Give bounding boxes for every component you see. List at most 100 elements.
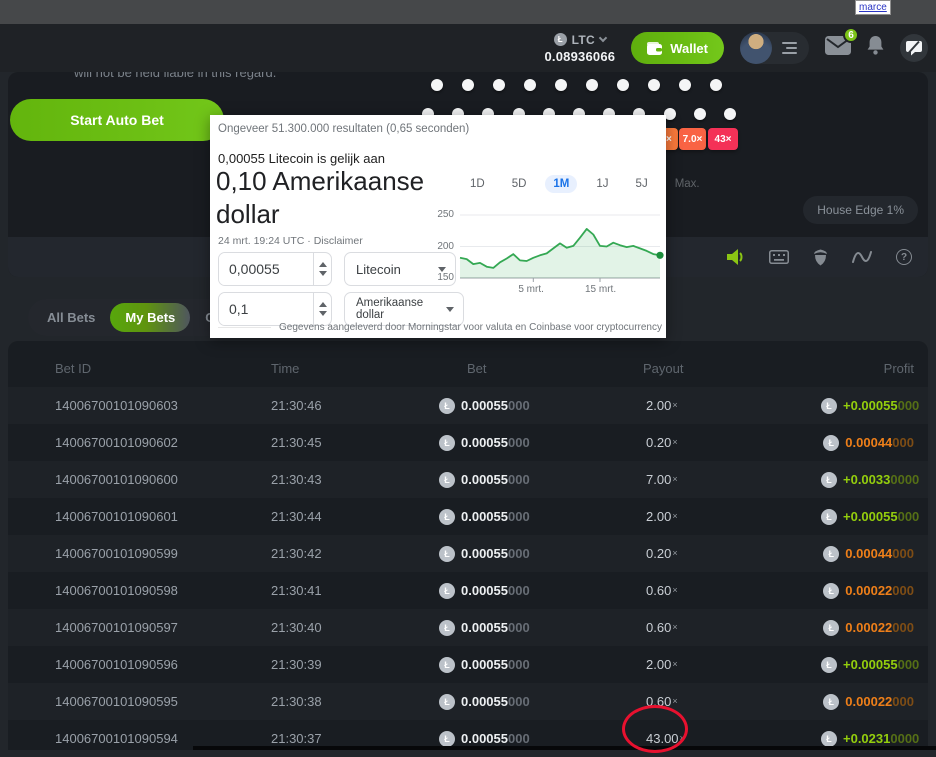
bet-amount: Ł0.00055000 [431, 583, 631, 599]
bet-id: 14006700101090602 [55, 435, 271, 450]
range-tab-5d[interactable]: 5D [504, 175, 535, 193]
start-auto-bet-button[interactable]: Start Auto Bet [10, 99, 224, 141]
range-tab-max[interactable]: Max. [667, 175, 708, 193]
ltc-coin-icon: Ł [439, 694, 455, 710]
table-row[interactable]: 1400670010109059921:30:42Ł0.000550000.20… [8, 535, 928, 572]
bet-profit: Ł+0.00055000 [821, 398, 919, 414]
table-row[interactable]: 1400670010109059621:30:39Ł0.000550002.00… [8, 646, 928, 683]
chart-y-tick: 150 [424, 272, 454, 283]
disclaimer-link[interactable]: Disclaimer [314, 235, 363, 247]
conversion-row-to: Amerikaanse dollar [218, 292, 464, 326]
bet-amount: Ł0.00055000 [431, 731, 631, 747]
bet-payout: 2.00× [631, 398, 821, 413]
chart-y-tick: 250 [424, 209, 454, 220]
conversion-timestamp: 24 mrt. 19:24 UTC · Disclaimer [218, 235, 363, 247]
help-button[interactable]: ? [896, 249, 912, 265]
bet-id: 14006700101090597 [55, 620, 271, 635]
plinko-peg [493, 79, 505, 91]
table-row[interactable]: 1400670010109060321:30:46Ł0.000550002.00… [8, 387, 928, 424]
from-currency-value: Litecoin [356, 262, 401, 277]
to-amount-input[interactable] [219, 293, 313, 325]
bottom-strip [193, 746, 936, 750]
range-tab-5j[interactable]: 5J [628, 175, 656, 193]
bet-payout: 0.20× [631, 546, 821, 561]
bet-id: 14006700101090598 [55, 583, 271, 598]
from-amount-input[interactable] [219, 253, 313, 285]
bet-time: 21:30:45 [271, 435, 431, 450]
bets-table-body: 1400670010109060321:30:46Ł0.000550002.00… [8, 387, 928, 757]
ltc-coin-icon: Ł [439, 583, 455, 599]
wallet-button[interactable]: Wallet [631, 32, 724, 64]
col-bet: Bet [431, 361, 631, 376]
wallet-label: Wallet [670, 41, 708, 56]
table-row[interactable]: 1400670010109059421:30:37Ł0.0005500043.0… [8, 720, 928, 757]
bet-id: 14006700101090596 [55, 657, 271, 672]
chevron-down-icon [599, 34, 607, 42]
notifications-button[interactable] [867, 36, 884, 60]
caret-down-icon [446, 307, 454, 312]
tab-all-bets[interactable]: All Bets [32, 303, 110, 332]
to-amount-stepper[interactable] [313, 293, 331, 325]
bell-icon [867, 36, 884, 55]
popup-footer: Gegevens aangeleverd door Morningstar vo… [218, 322, 662, 333]
bet-id: 14006700101090601 [55, 509, 271, 524]
bet-profit: Ł0.00022000 [821, 583, 914, 599]
live-stats-button[interactable] [852, 250, 872, 264]
table-row[interactable]: 1400670010109059821:30:41Ł0.000550000.60… [8, 572, 928, 609]
chart-range-tabs: 1D 5D 1M 1J 5J Max. [462, 175, 708, 193]
col-time: Time [271, 361, 431, 376]
bet-profit: Ł+0.00330000 [821, 472, 919, 488]
results-count-line: Ongeveer 51.300.000 resultaten (0,65 sec… [218, 123, 469, 135]
col-bet-id: Bet ID [55, 361, 271, 376]
ltc-coin-icon: Ł [821, 731, 837, 747]
range-tab-1d[interactable]: 1D [462, 175, 493, 193]
bet-payout: 7.00× [631, 472, 821, 487]
ltc-coin-icon: Ł [439, 546, 455, 562]
table-row[interactable]: 1400670010109060021:30:43Ł0.000550007.00… [8, 461, 928, 498]
multiplier-badge: 7.0× [679, 128, 706, 150]
bet-profit: Ł+0.00055000 [821, 509, 919, 525]
currency-code: LTC [572, 33, 595, 47]
col-profit: Profit [821, 361, 914, 376]
currency-selector[interactable]: Ł LTC 0.08936066 [545, 33, 616, 64]
range-tab-1j[interactable]: 1J [588, 175, 616, 193]
bet-payout: 0.60× [631, 583, 821, 598]
data-provider-note: Gegevens aangeleverd door Morningstar vo… [279, 322, 662, 333]
live-stats-icon [852, 250, 872, 264]
user-menu[interactable] [740, 32, 809, 64]
bet-profit: Ł+0.00055000 [821, 657, 919, 673]
hotkeys-button[interactable] [769, 250, 789, 264]
table-row[interactable]: 1400670010109060121:30:44Ł0.000550002.00… [8, 498, 928, 535]
fairness-button[interactable] [813, 249, 828, 266]
ltc-coin-icon: Ł [823, 546, 839, 562]
ltc-coin-icon: Ł [821, 472, 837, 488]
from-amount-stepper[interactable] [313, 253, 331, 285]
bet-id: 14006700101090603 [55, 398, 271, 413]
table-row[interactable]: 1400670010109059721:30:40Ł0.000550000.60… [8, 609, 928, 646]
plinko-peg [431, 79, 443, 91]
table-row[interactable]: 1400670010109059521:30:38Ł0.000550000.60… [8, 683, 928, 720]
bet-payout: 2.00× [631, 657, 821, 672]
help-icon: ? [896, 249, 912, 265]
range-tab-1m[interactable]: 1M [545, 175, 577, 193]
tab-my-bets[interactable]: My Bets [110, 303, 190, 332]
bets-table: Bet ID Time Bet Payout Profit 1400670010… [8, 341, 928, 750]
bet-amount: Ł0.00055000 [431, 546, 631, 562]
divider [218, 327, 271, 328]
ltc-coin-icon: Ł [439, 509, 455, 525]
volume-button[interactable] [727, 249, 745, 265]
messages-button[interactable]: 6 [825, 36, 851, 60]
bet-amount: Ł0.00055000 [431, 472, 631, 488]
table-row[interactable]: 1400670010109060221:30:45Ł0.000550000.20… [8, 424, 928, 461]
plinko-peg [724, 108, 736, 120]
plinko-peg [679, 79, 691, 91]
chart-x-tick: 15 mrt. [585, 284, 616, 295]
bet-amount: Ł0.00055000 [431, 620, 631, 636]
bet-profit: Ł0.00044000 [821, 435, 914, 451]
to-currency-select[interactable]: Amerikaanse dollar [344, 292, 464, 326]
caret-down-icon [438, 267, 446, 272]
plinko-peg [462, 79, 474, 91]
ltc-coin-icon: Ł [439, 398, 455, 414]
chat-toggle-button[interactable] [900, 34, 928, 62]
bet-payout: 0.20× [631, 435, 821, 450]
